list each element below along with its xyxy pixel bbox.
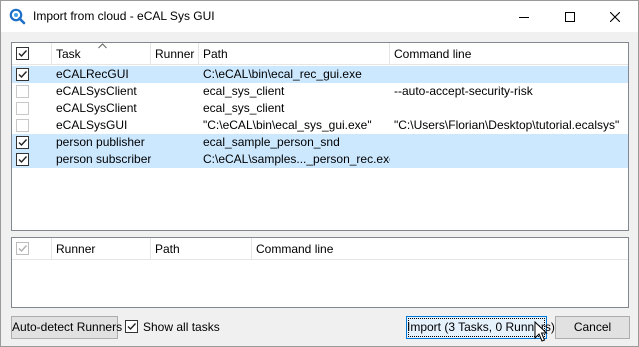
table-row[interactable]: person subscriber C:\eCAL\samples..._pers… bbox=[12, 151, 628, 168]
table-row[interactable]: eCALSysGUI "C:\eCAL\bin\ecal_sys_gui.exe"… bbox=[12, 117, 628, 134]
task-cell: eCALSysGUI bbox=[56, 118, 128, 132]
show-all-tasks-label[interactable]: Show all tasks bbox=[143, 320, 220, 334]
checkmark-icon bbox=[127, 323, 137, 331]
runners-column-header-path[interactable]: Path bbox=[151, 238, 252, 260]
task-cell: person subscriber bbox=[56, 152, 151, 166]
checkmark-icon bbox=[18, 245, 28, 253]
maximize-button[interactable] bbox=[547, 1, 593, 32]
import-dialog: Import from cloud - eCAL Sys GUI Task Ru… bbox=[0, 0, 639, 347]
runner-cell bbox=[155, 151, 199, 168]
checkmark-icon bbox=[18, 71, 28, 79]
column-path-label: Path bbox=[203, 47, 228, 61]
command-line-cell bbox=[394, 151, 628, 168]
path-cell: ecal_sample_person_snd bbox=[203, 135, 340, 149]
task-cell: eCALSysClient bbox=[56, 101, 137, 115]
path-cell: ecal_sys_client bbox=[203, 84, 285, 98]
task-cell: eCALSysClient bbox=[56, 84, 137, 98]
row-checkbox[interactable] bbox=[16, 68, 29, 81]
runners-column-header-runner[interactable]: Runner bbox=[52, 238, 151, 260]
runners-column-command-line-label: Command line bbox=[256, 242, 334, 256]
task-cell: person publisher bbox=[56, 135, 145, 149]
title-bar: Import from cloud - eCAL Sys GUI bbox=[1, 1, 638, 32]
path-cell: "C:\eCAL\bin\ecal_sys_gui.exe" bbox=[203, 118, 372, 132]
table-row[interactable]: eCALSysClient ecal_sys_client --auto-accep… bbox=[12, 83, 628, 100]
runner-cell bbox=[155, 117, 199, 134]
path-cell: C:\eCAL\samples..._person_rec.exe bbox=[203, 152, 390, 166]
column-command-line-label: Command line bbox=[394, 47, 472, 61]
close-button[interactable] bbox=[592, 1, 638, 32]
command-line-cell bbox=[394, 66, 628, 83]
tasks-table-header: Task Runner Path Command line bbox=[12, 43, 628, 65]
mouse-pointer-icon bbox=[534, 321, 548, 342]
runner-cell bbox=[155, 83, 199, 100]
row-checkbox[interactable] bbox=[16, 85, 29, 98]
task-cell: eCALRecGUI bbox=[56, 67, 129, 81]
chevron-up-icon bbox=[98, 43, 107, 49]
cancel-button-label: Cancel bbox=[573, 320, 612, 334]
runner-cell bbox=[155, 100, 199, 117]
show-all-tasks-checkbox[interactable] bbox=[125, 320, 138, 333]
column-header-runner[interactable]: Runner bbox=[151, 43, 199, 65]
auto-detect-runners-button[interactable]: Auto-detect Runners bbox=[11, 316, 122, 339]
column-task-label: Task bbox=[56, 47, 81, 61]
command-line-cell: "C:\Users\Florian\Desktop\tutorial.ecals… bbox=[394, 118, 620, 132]
runners-select-all-checkbox[interactable] bbox=[16, 242, 29, 255]
command-line-cell: --auto-accept-security-risk bbox=[394, 84, 533, 98]
checkmark-icon bbox=[18, 50, 28, 58]
tasks-table[interactable]: Task Runner Path Command line eCALRecGUI… bbox=[11, 42, 629, 231]
command-line-cell bbox=[394, 134, 628, 151]
ecal-cloud-icon bbox=[9, 8, 26, 25]
window-title: Import from cloud - eCAL Sys GUI bbox=[33, 9, 215, 23]
table-row[interactable]: person publisher ecal_sample_person_snd bbox=[12, 134, 628, 151]
runners-column-path-label: Path bbox=[155, 242, 180, 256]
runner-cell bbox=[155, 134, 199, 151]
auto-detect-runners-label: Auto-detect Runners bbox=[12, 320, 123, 334]
checkmark-icon bbox=[18, 156, 28, 164]
row-checkbox[interactable] bbox=[16, 102, 29, 115]
runners-column-runner-label: Runner bbox=[56, 242, 96, 256]
path-cell: C:\eCAL\bin\ecal_rec_gui.exe bbox=[203, 67, 362, 81]
command-line-cell bbox=[394, 100, 628, 117]
cancel-button[interactable]: Cancel bbox=[555, 316, 630, 339]
row-checkbox[interactable] bbox=[16, 136, 29, 149]
runners-header-check-cell[interactable] bbox=[12, 238, 52, 260]
row-checkbox[interactable] bbox=[16, 119, 29, 132]
minimize-icon bbox=[519, 16, 529, 18]
import-button-label: Import (3 Tasks, 0 Runners) bbox=[407, 320, 555, 334]
table-row[interactable]: eCALSysClient ecal_sys_client bbox=[12, 100, 628, 117]
column-runner-label: Runner bbox=[155, 47, 195, 61]
column-header-task[interactable]: Task bbox=[52, 43, 151, 65]
checkmark-icon bbox=[18, 139, 28, 147]
runner-cell bbox=[155, 66, 199, 83]
runners-table[interactable]: Runner Path Command line bbox=[11, 237, 629, 308]
column-header-command-line[interactable]: Command line bbox=[390, 43, 628, 65]
minimize-button[interactable] bbox=[501, 1, 547, 32]
row-checkbox[interactable] bbox=[16, 153, 29, 166]
close-icon bbox=[610, 11, 620, 22]
header-check-cell[interactable] bbox=[12, 43, 52, 65]
import-button[interactable]: Import (3 Tasks, 0 Runners) bbox=[406, 316, 555, 339]
path-cell: ecal_sys_client bbox=[203, 101, 285, 115]
maximize-icon bbox=[565, 11, 575, 22]
table-row[interactable]: eCALRecGUI C:\eCAL\bin\ecal_rec_gui.exe bbox=[12, 66, 628, 83]
runners-column-header-command-line[interactable]: Command line bbox=[252, 238, 628, 260]
select-all-checkbox[interactable] bbox=[16, 47, 29, 60]
runners-table-header: Runner Path Command line bbox=[12, 238, 628, 260]
column-header-path[interactable]: Path bbox=[199, 43, 390, 65]
